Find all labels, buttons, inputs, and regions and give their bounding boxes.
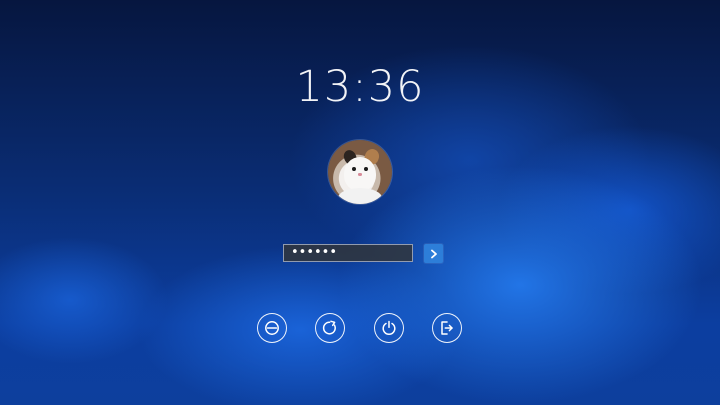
password-input[interactable] (283, 244, 413, 262)
logout-button[interactable] (432, 313, 462, 343)
logout-icon (441, 321, 453, 335)
cat-face (344, 157, 376, 191)
reboot-icon (322, 320, 336, 335)
cat-left-eye (352, 167, 356, 171)
cat-body (338, 188, 382, 204)
password-row (283, 244, 443, 264)
cat-right-eye (364, 167, 368, 171)
clock: 13:36 (295, 62, 425, 112)
suspend-icon (265, 321, 279, 335)
suspend-button[interactable] (257, 313, 287, 343)
power-actions (257, 313, 463, 345)
chevron-right-icon (430, 249, 437, 258)
cat-nose (358, 173, 362, 176)
reboot-button[interactable] (315, 313, 345, 343)
lock-screen: 13:36 (0, 0, 720, 405)
user-avatar (328, 140, 392, 204)
power-icon (382, 320, 396, 336)
submit-button[interactable] (424, 244, 443, 263)
shutdown-button[interactable] (374, 313, 404, 343)
